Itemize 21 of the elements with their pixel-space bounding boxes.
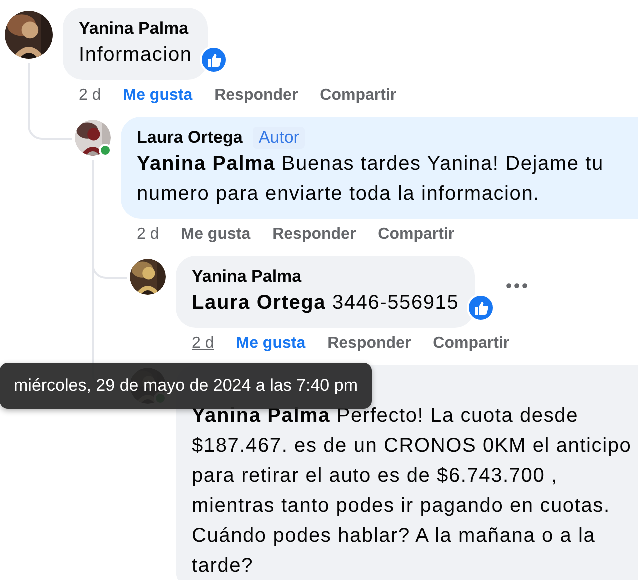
author-name[interactable]: Laura Ortega (137, 128, 243, 148)
action-link[interactable]: Responder (214, 87, 298, 105)
action-link[interactable]: Me gusta (123, 87, 193, 105)
timestamp-link[interactable]: 2 d (192, 335, 214, 353)
timestamp-link[interactable]: 2 d (79, 87, 102, 105)
comment-text: Laura Ortega 3446-556915 (192, 291, 460, 316)
action-link[interactable]: Responder (272, 226, 356, 244)
action-link[interactable]: Compartir (320, 87, 397, 105)
action-link[interactable]: Compartir (378, 226, 455, 244)
action-link[interactable]: Responder (328, 335, 412, 353)
comment-text: Yanina Palma Buenas tardes Yanina! Dejame tu numero para enviarte toda la informacion. (137, 152, 605, 207)
date-tooltip: miércoles, 29 de mayo de 2024 a las 7:40 pm (0, 363, 372, 409)
more-icon[interactable] (505, 282, 530, 290)
author-name[interactable]: Yanina Palma (192, 267, 302, 287)
action-link[interactable]: Me gusta (236, 335, 306, 353)
action-link[interactable]: Compartir (433, 335, 510, 353)
author-badge: Autor (252, 127, 306, 149)
author-name[interactable]: Yanina Palma (79, 19, 189, 39)
timestamp-link[interactable]: 2 d (137, 226, 160, 244)
comment-text: Informacion (79, 43, 192, 68)
action-link[interactable]: Me gusta (181, 226, 251, 244)
